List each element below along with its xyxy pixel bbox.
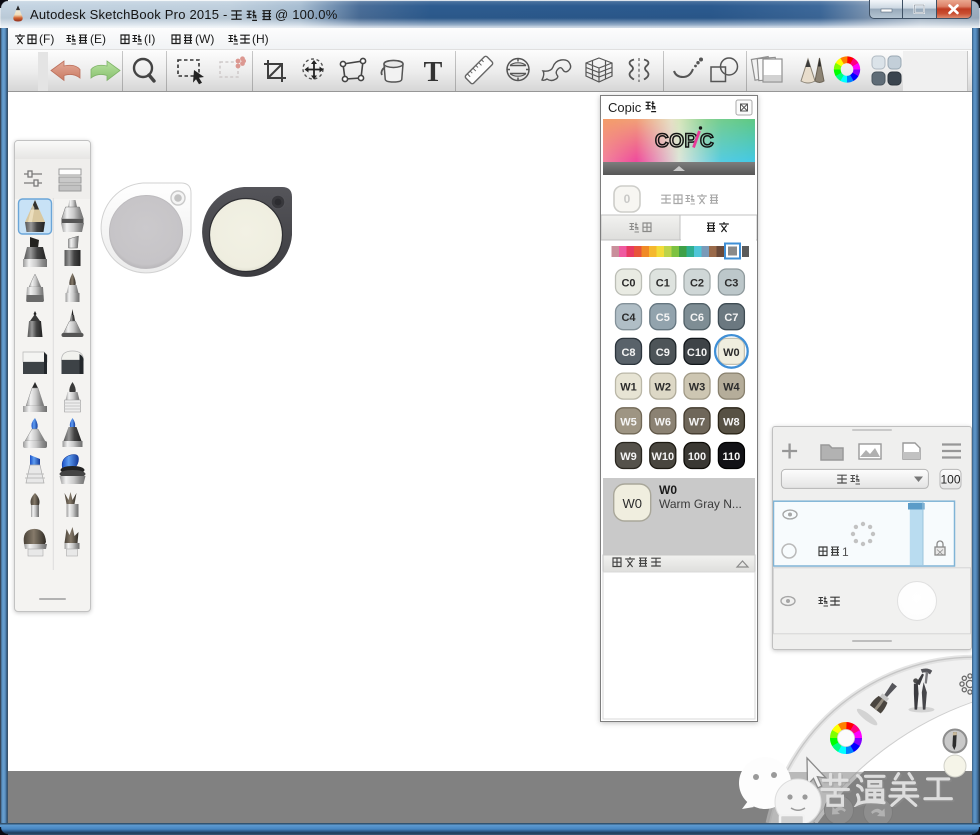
svg-text:W1: W1 xyxy=(620,382,637,394)
svg-text:C3: C3 xyxy=(724,278,738,290)
svg-text:C4: C4 xyxy=(621,312,636,324)
svg-text:W8: W8 xyxy=(723,416,740,428)
svg-text:C7: C7 xyxy=(724,312,738,324)
svg-text:100: 100 xyxy=(940,473,960,487)
svg-text:110: 110 xyxy=(723,451,741,463)
svg-text:W7: W7 xyxy=(689,416,706,428)
svg-text:W3: W3 xyxy=(689,382,706,394)
svg-text:(I): (I) xyxy=(144,32,155,46)
svg-text:W10: W10 xyxy=(651,451,674,463)
svg-text:C2: C2 xyxy=(690,278,704,290)
svg-text:W0: W0 xyxy=(659,483,677,497)
svg-text:Autodesk SketchBook Pro 2015 -: Autodesk SketchBook Pro 2015 - xyxy=(30,7,228,22)
svg-text:(F): (F) xyxy=(39,32,54,46)
svg-text:Warm Gray N...: Warm Gray N... xyxy=(659,497,742,511)
svg-text:W2: W2 xyxy=(655,382,672,394)
svg-text:W5: W5 xyxy=(620,416,637,428)
svg-text:C6: C6 xyxy=(690,312,704,324)
svg-text:COP: COP xyxy=(655,131,698,152)
svg-text:W4: W4 xyxy=(723,382,740,394)
svg-text:W6: W6 xyxy=(655,416,672,428)
svg-text:C1: C1 xyxy=(656,278,670,290)
svg-text:T: T xyxy=(424,57,443,88)
svg-text:C0: C0 xyxy=(621,278,635,290)
svg-text:C9: C9 xyxy=(656,347,670,359)
svg-text:W9: W9 xyxy=(620,451,637,463)
svg-text:C8: C8 xyxy=(621,347,635,359)
svg-text:@ 100.0%: @ 100.0% xyxy=(275,7,338,22)
svg-text:Copic: Copic xyxy=(608,100,642,115)
svg-text:100: 100 xyxy=(688,451,706,463)
svg-text:(H): (H) xyxy=(252,32,269,46)
svg-text:(E): (E) xyxy=(90,32,106,46)
svg-text:C10: C10 xyxy=(687,347,707,359)
svg-text:0: 0 xyxy=(624,192,631,206)
svg-text:W0: W0 xyxy=(622,496,642,511)
svg-text:(W): (W) xyxy=(195,32,214,46)
svg-text:W0: W0 xyxy=(723,347,740,359)
svg-text:C5: C5 xyxy=(656,312,670,324)
svg-text:C: C xyxy=(700,131,714,152)
svg-text:1: 1 xyxy=(842,545,849,559)
